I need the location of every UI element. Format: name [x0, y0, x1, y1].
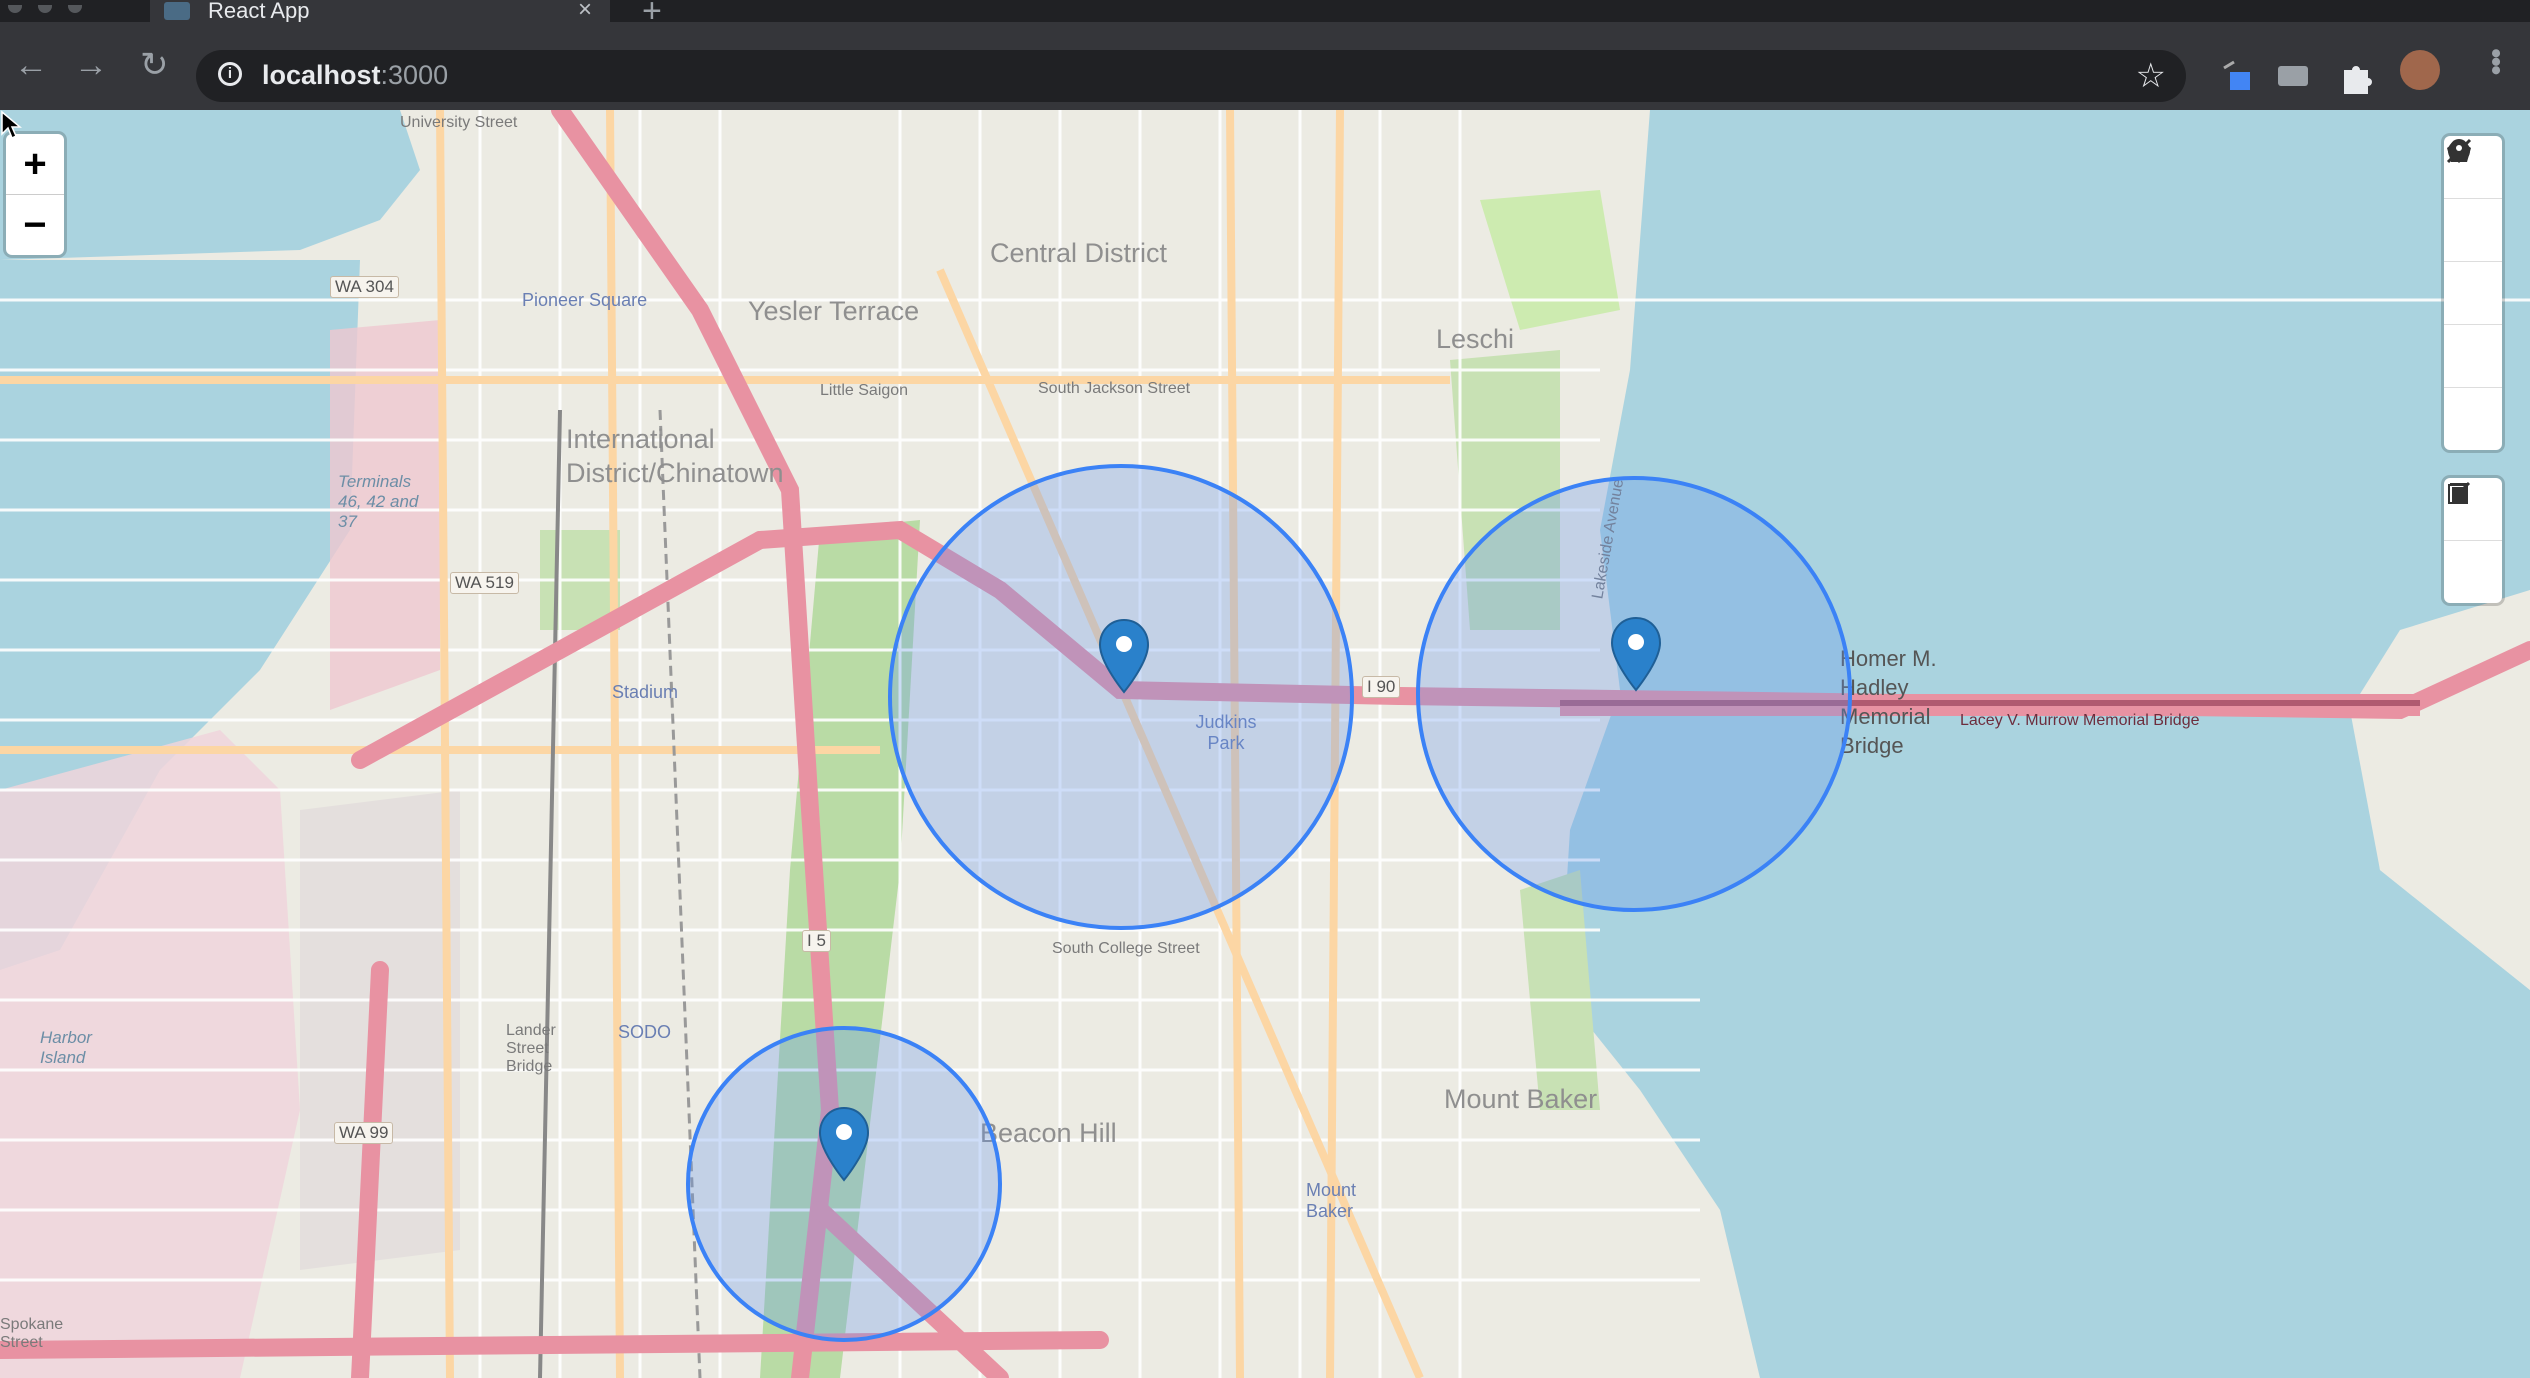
- map-label: South College Street: [1052, 940, 1200, 957]
- map-label: Mount Baker: [1444, 1084, 1598, 1114]
- map-label: Lacey V. Murrow Memorial Bridge: [1960, 712, 2200, 729]
- reload-icon[interactable]: ↻: [140, 48, 169, 82]
- more-menu-icon[interactable]: •••: [2478, 48, 2512, 74]
- map-label: SODO: [618, 1022, 672, 1042]
- window-controls[interactable]: [8, 0, 98, 18]
- draw-circle-marker-button[interactable]: [2444, 141, 2502, 325]
- tab-title: React App: [208, 0, 310, 23]
- circle-icon: [2448, 140, 2470, 162]
- map-label: Harbor Island: [40, 1028, 92, 1067]
- map-label: Little Saigon: [820, 382, 909, 399]
- drawn-circle[interactable]: [1416, 476, 1852, 912]
- site-info-icon[interactable]: i: [218, 62, 242, 86]
- trash-icon: [2450, 483, 2468, 504]
- map-marker-icon[interactable]: [1098, 618, 1150, 694]
- draw-circle-button[interactable]: [2444, 140, 2502, 450]
- drawn-circle[interactable]: [888, 464, 1354, 930]
- map-label: Spokane Street: [0, 1316, 64, 1351]
- highway-shield: I 90: [1362, 676, 1401, 698]
- mouse-cursor-icon: [1, 110, 22, 140]
- highway-shield: I 5: [802, 930, 831, 952]
- tab-close-icon[interactable]: ×: [578, 0, 592, 24]
- draw-toolbar: [2444, 136, 2502, 450]
- react-favicon-icon: [164, 2, 190, 20]
- map-label: Stadium: [612, 682, 679, 702]
- zoom-in-button[interactable]: +: [6, 134, 64, 195]
- forward-arrow-icon[interactable]: →: [74, 48, 108, 82]
- delete-layers-button[interactable]: [2444, 483, 2502, 603]
- url-text: localhost:3000: [262, 60, 448, 91]
- map-label: International District/Chinatown: [566, 424, 784, 488]
- url-host: localhost: [262, 60, 381, 90]
- address-bar[interactable]: i localhost:3000 ☆: [196, 50, 2186, 102]
- cast-icon[interactable]: [2274, 58, 2314, 96]
- map-label: Homer M. Hadley Memorial Bridge: [1840, 646, 1937, 758]
- extension-icon[interactable]: [2220, 58, 2258, 96]
- url-port: :3000: [380, 60, 449, 90]
- map-label: Leschi: [1436, 324, 1515, 354]
- highway-shield: WA 304: [330, 276, 399, 298]
- map-label: Mount Baker: [1306, 1180, 1357, 1221]
- map-label: Pioneer Square: [522, 290, 648, 310]
- draw-polygon-button[interactable]: [2444, 139, 2502, 262]
- map-label: Yesler Terrace: [748, 296, 920, 326]
- map-label: South Jackson Street: [1038, 380, 1191, 397]
- highway-shield: WA 99: [334, 1122, 394, 1144]
- draw-marker-button[interactable]: [2444, 139, 2502, 388]
- edit-toolbar: [2444, 478, 2502, 603]
- leaflet-map[interactable]: University Street Central District Yesle…: [0, 110, 2530, 1378]
- highway-shield: WA 519: [450, 572, 519, 594]
- bookmark-star-icon[interactable]: ☆: [2136, 56, 2166, 96]
- tab-strip: React App × +: [0, 0, 2530, 30]
- browser-toolbar: ← → ↻ i localhost:3000 ☆ •••: [0, 22, 2530, 110]
- back-arrow-icon[interactable]: ←: [14, 48, 48, 82]
- drawn-circle[interactable]: [686, 1026, 1002, 1342]
- puzzle-extensions-icon[interactable]: [2336, 58, 2376, 96]
- map-marker-icon[interactable]: [1610, 616, 1662, 692]
- map-label: University Street: [400, 114, 518, 131]
- zoom-control: + −: [6, 134, 64, 255]
- map-label: Central District: [990, 238, 1168, 268]
- browser-tab[interactable]: React App ×: [150, 0, 610, 24]
- map-label: Terminals 46, 42 and 37: [338, 472, 419, 531]
- zoom-out-button[interactable]: −: [6, 195, 64, 255]
- map-label: Lander Street Bridge: [506, 1022, 556, 1075]
- profile-avatar[interactable]: [2400, 50, 2440, 90]
- map-label: Beacon Hill: [980, 1118, 1117, 1148]
- map-marker-icon[interactable]: [818, 1106, 870, 1182]
